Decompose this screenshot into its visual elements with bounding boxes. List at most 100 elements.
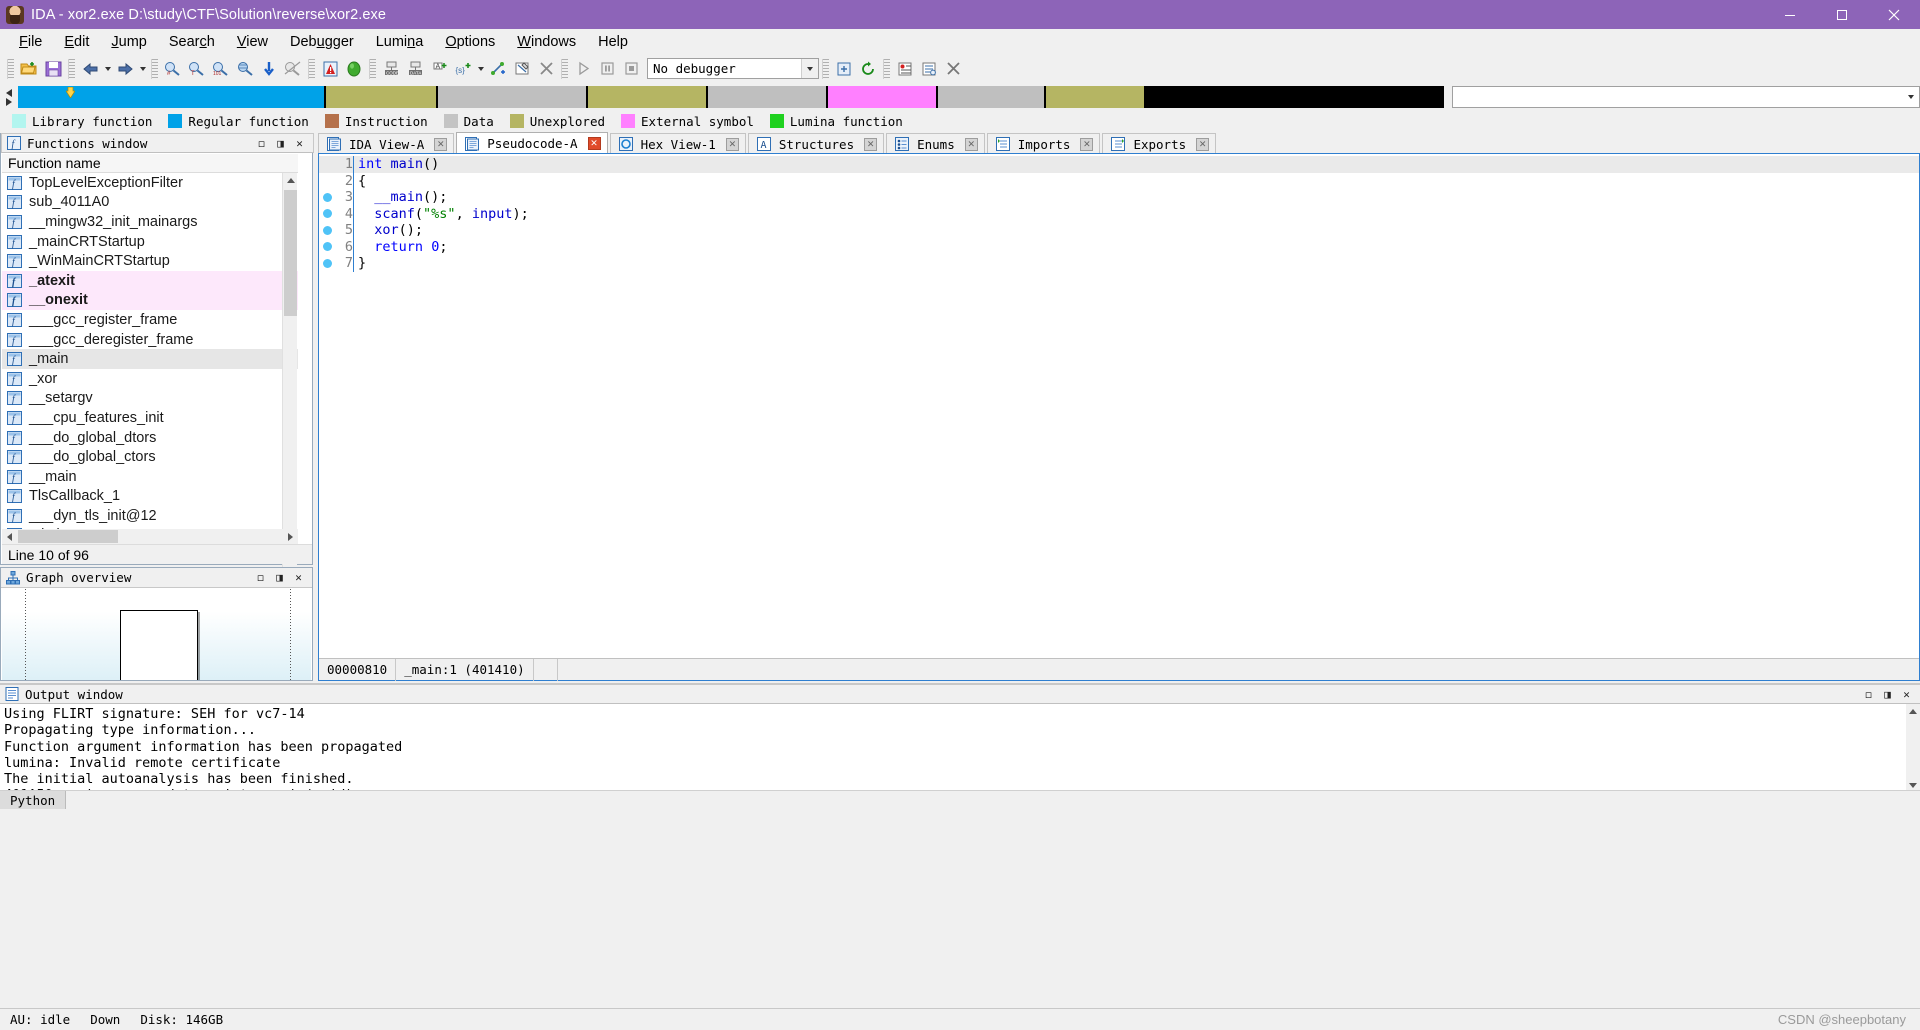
stop-process-icon[interactable] [941, 57, 965, 80]
pseudocode-line[interactable]: 1 int main() [319, 156, 1919, 173]
function-list-item[interactable]: f TlsCallback_1 [2, 487, 298, 507]
search-hex-icon[interactable]: # [161, 57, 185, 80]
function-list-item[interactable]: f ___do_global_ctors [2, 447, 298, 467]
navigate-forward-icon[interactable] [113, 57, 137, 80]
load-debugger-icon[interactable] [832, 57, 856, 80]
pseudocode-line[interactable]: 4 scanf("%s", input); [319, 205, 1919, 222]
pseudocode-line[interactable]: 2{ [319, 172, 1919, 189]
tab-imports[interactable]: Imports ✕ [986, 133, 1101, 154]
breakpoint-marker-icon[interactable] [319, 258, 335, 268]
search-text-icon[interactable]: T [185, 57, 209, 80]
jump-down-icon[interactable] [257, 57, 281, 80]
function-list-item[interactable]: f TopLevelExceptionFilter [2, 173, 298, 193]
tab-pseudocode-a[interactable]: Pseudocode-A ✕ [456, 132, 608, 154]
tab-hex-view-1[interactable]: Hex View-1 ✕ [609, 133, 746, 154]
function-list-item[interactable]: f __setargv [2, 389, 298, 409]
graph-maximize-icon[interactable]: ◻ [252, 569, 269, 586]
navigate-back-icon[interactable] [78, 57, 102, 80]
toolbar-grip-3[interactable] [151, 58, 158, 79]
navband-segment-regular-function[interactable] [18, 86, 326, 108]
navband-segment-unexplored[interactable] [326, 86, 438, 108]
function-list-item[interactable]: f _main [2, 349, 298, 369]
navband-segment-unexplored[interactable] [588, 86, 708, 108]
tab-ida-view-a[interactable]: IDA View-A ✕ [318, 133, 455, 154]
tab-exports[interactable]: Exports ✕ [1102, 133, 1217, 154]
navigate-back-dropdown-icon[interactable] [102, 57, 113, 80]
function-list-item[interactable]: f ___dyn_tls_init@12 [2, 506, 298, 526]
edit-function-icon[interactable] [510, 57, 534, 80]
make-struct-dropdown-icon[interactable] [475, 57, 486, 80]
breakpoint-marker-icon[interactable] [319, 225, 335, 235]
breakpoint-marker-icon[interactable] [319, 192, 335, 202]
navband-left-arrow-icon[interactable] [6, 88, 12, 97]
menu-options[interactable]: Options [434, 31, 506, 53]
function-list-item[interactable]: f _xor [2, 369, 298, 389]
tab-close-icon[interactable]: ✕ [964, 137, 978, 151]
graph-overview-canvas[interactable] [2, 589, 311, 680]
functions-close-icon[interactable]: ✕ [291, 135, 308, 152]
navigation-band[interactable] [18, 86, 1444, 108]
maximize-button[interactable] [1816, 0, 1868, 29]
menu-file[interactable]: File [8, 31, 53, 53]
toolbar-grip-7[interactable] [822, 58, 829, 79]
watch-icon[interactable] [917, 57, 941, 80]
make-code-icon[interactable]: CODE [379, 57, 403, 80]
navband-segment-undefined-black[interactable] [1146, 86, 1444, 108]
menu-debugger[interactable]: Debugger [279, 31, 365, 53]
output-scroll-up-icon[interactable] [1906, 704, 1920, 718]
navigate-forward-dropdown-icon[interactable] [137, 57, 148, 80]
function-list-item[interactable]: f __onexit [2, 290, 298, 311]
menu-jump[interactable]: Jump [100, 31, 157, 53]
breakpoint-marker-icon[interactable] [319, 242, 335, 252]
navband-right-arrow-icon[interactable] [6, 97, 12, 106]
debugger-select[interactable]: No debugger [647, 58, 819, 79]
minimize-button[interactable] [1764, 0, 1816, 29]
navband-chevron-down-icon[interactable] [1902, 87, 1919, 107]
function-list-item[interactable]: f ___cpu_features_init [2, 408, 298, 428]
search-sequence-icon[interactable] [233, 57, 257, 80]
breakpoints-icon[interactable] [893, 57, 917, 80]
menu-view[interactable]: View [226, 31, 279, 53]
toolbar-grip-4[interactable] [308, 58, 315, 79]
toolbar-grip[interactable] [7, 58, 14, 79]
graph-viewport-rect[interactable] [120, 610, 198, 680]
navband-overflow-box[interactable] [1452, 86, 1920, 108]
functions-scroll-left-icon[interactable] [2, 529, 17, 544]
chevron-down-icon[interactable] [801, 59, 818, 78]
function-list-item[interactable]: f ___gcc_register_frame [2, 310, 298, 330]
pseudocode-line[interactable]: 3 __main(); [319, 189, 1919, 206]
graph-float-icon[interactable]: ◨ [271, 569, 288, 586]
toolbar-grip-5[interactable] [369, 58, 376, 79]
function-list-item[interactable]: f __mingw32_init_mainargs [2, 212, 298, 232]
menu-edit[interactable]: Edit [53, 31, 100, 53]
warning-icon[interactable] [318, 57, 342, 80]
make-data-icon[interactable]: DATA [403, 57, 427, 80]
function-list-item[interactable]: f ___gcc_deregister_frame [2, 330, 298, 350]
tab-close-icon[interactable]: ✕ [725, 137, 739, 151]
pseudocode-line[interactable]: 7} [319, 255, 1919, 272]
tab-close-icon[interactable]: ✕ [1196, 137, 1210, 151]
navband-segment-data[interactable] [438, 86, 588, 108]
pseudocode-line[interactable]: 6 return 0; [319, 238, 1919, 255]
breakpoint-marker-icon[interactable] [319, 209, 335, 219]
navband-segment-data[interactable] [708, 86, 828, 108]
delete-function-icon[interactable] [534, 57, 558, 80]
output-vertical-scrollbar[interactable] [1906, 704, 1920, 792]
toolbar-grip-2[interactable] [68, 58, 75, 79]
functions-maximize-icon[interactable]: ◻ [253, 135, 270, 152]
function-list-item[interactable]: f _mainCRTStartup [2, 232, 298, 252]
menu-help[interactable]: Help [587, 31, 639, 53]
close-button[interactable] [1868, 0, 1920, 29]
navband-segment-unexplored[interactable] [1046, 86, 1146, 108]
menu-windows[interactable]: Windows [506, 31, 587, 53]
tab-enums[interactable]: Enums ✕ [886, 133, 985, 154]
functions-scroll-right-icon[interactable] [283, 529, 298, 544]
function-list-item[interactable]: f __main [2, 467, 298, 487]
no-search-icon[interactable] [281, 57, 305, 80]
tab-structures[interactable]: A Structures ✕ [747, 133, 885, 154]
toolbar-grip-6[interactable] [561, 58, 568, 79]
navband-scroll-arrows[interactable] [0, 85, 18, 109]
save-file-icon[interactable] [41, 57, 65, 80]
make-struct-icon[interactable]: {s} [451, 57, 475, 80]
run-icon[interactable] [571, 57, 595, 80]
